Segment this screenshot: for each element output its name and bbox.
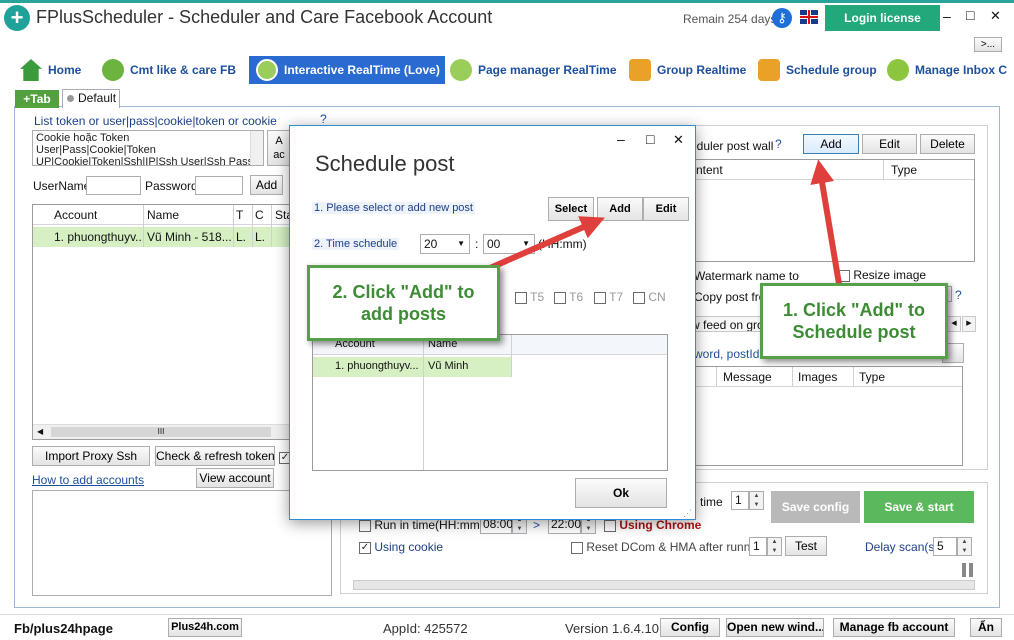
arrow-to-schedule-add — [810, 159, 843, 291]
callout-add-posts: 2. Click "Add" to add posts — [307, 265, 500, 341]
arrow-to-dialog-add — [488, 216, 605, 271]
callout-schedule-post: 1. Click "Add" to Schedule post — [760, 283, 948, 359]
